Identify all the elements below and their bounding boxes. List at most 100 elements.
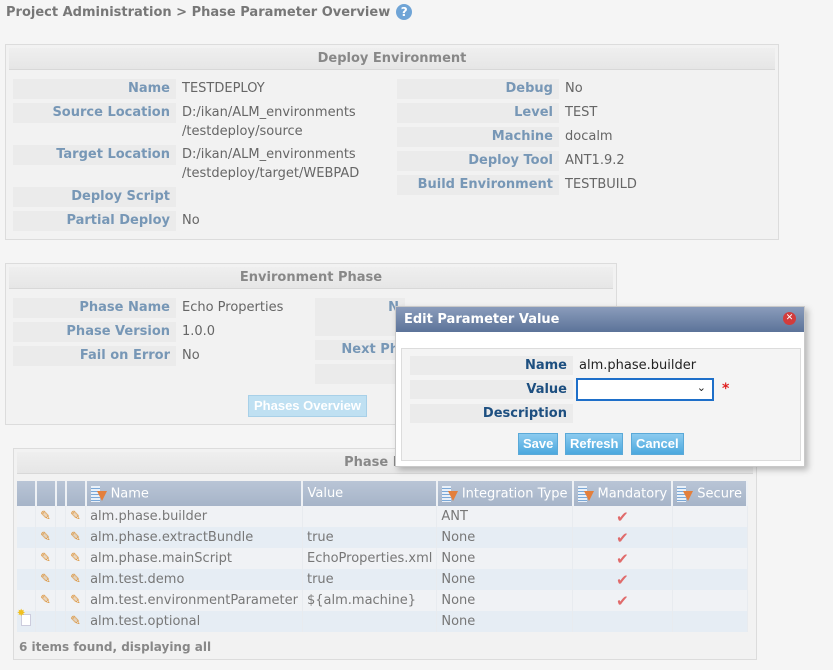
- field-value: ANT1.9.2: [559, 151, 625, 171]
- field-row: Debug No: [397, 79, 583, 99]
- column-header-mandatory[interactable]: Mandatory: [572, 481, 674, 506]
- edit-value-cell[interactable]: ✎: [65, 611, 87, 632]
- field-value-line: D:/ikan/ALM_environments: [182, 147, 356, 162]
- table-row[interactable]: ✎ ✎ alm.test.environmentParameter ${alm.mac…: [17, 590, 748, 611]
- column-header-integration-type[interactable]: Integration Type: [436, 481, 574, 506]
- param-integration-type: None: [436, 590, 573, 611]
- edit-value-cell[interactable]: ✎: [65, 527, 87, 548]
- field-value-line: No: [565, 81, 583, 96]
- field-label: Target Location: [13, 145, 176, 165]
- edit-pencil-icon[interactable]: ✎: [40, 551, 51, 566]
- spacer-cell: [55, 611, 67, 632]
- field-value-line: TEST: [565, 105, 598, 120]
- new-cell[interactable]: [17, 608, 37, 632]
- edit-cell[interactable]: ✎: [35, 548, 57, 569]
- field-row: Name TESTDEPLOY: [13, 79, 265, 99]
- table-row[interactable]: ✎ ✎ alm.phase.mainScript EchoProperties.xml…: [17, 548, 748, 569]
- field-value: No: [176, 211, 200, 231]
- dialog-title: Edit Parameter Value: [404, 312, 560, 327]
- param-mandatory: ✔: [572, 590, 673, 611]
- field-value: D:/ikan/ALM_environments/testdeploy/sour…: [176, 103, 356, 141]
- field-value-line: Echo Properties: [182, 300, 284, 315]
- field-label: Build Environment: [397, 175, 559, 195]
- param-mandatory: ✔: [572, 569, 673, 590]
- field-value-line: TESTDEPLOY: [182, 81, 265, 96]
- column-header-value: Value: [302, 481, 438, 506]
- table-row[interactable]: ✎ ✎ alm.test.demo true None ✔: [17, 569, 748, 590]
- field-row: [315, 364, 405, 384]
- param-value: [302, 506, 438, 527]
- table-row[interactable]: ✎ ✎ alm.phase.extractBundle true None ✔: [17, 527, 748, 548]
- spacer-cell: [55, 548, 67, 569]
- edit-value-icon[interactable]: ✎: [70, 551, 81, 566]
- breadcrumb-text: Project Administration > Phase Parameter…: [6, 4, 391, 20]
- phases-overview-button[interactable]: Phases Overview: [248, 395, 367, 417]
- edit-value-cell[interactable]: ✎: [65, 590, 87, 611]
- field-label: N: [315, 298, 405, 336]
- column-header-name[interactable]: Name: [85, 481, 304, 506]
- edit-cell: [35, 611, 57, 632]
- breadcrumb: Project Administration > Phase Parameter…: [6, 4, 413, 20]
- save-button[interactable]: Save: [518, 433, 559, 455]
- edit-pencil-icon[interactable]: ✎: [40, 572, 51, 587]
- column-header-secure[interactable]: Secure: [672, 481, 748, 506]
- edit-cell[interactable]: ✎: [35, 590, 57, 611]
- check-icon: ✔: [616, 528, 629, 547]
- cancel-button[interactable]: Cancel: [631, 433, 684, 455]
- edit-value-icon[interactable]: ✎: [70, 614, 81, 629]
- check-icon: ✔: [616, 570, 629, 589]
- field-value: No: [559, 79, 583, 99]
- panel-title: Environment Phase: [9, 267, 613, 289]
- table-row[interactable]: ✎ alm.test.optional None: [17, 608, 748, 632]
- param-name: alm.phase.builder: [85, 506, 303, 527]
- field-value-line: ANT1.9.2: [565, 153, 625, 168]
- close-icon[interactable]: ✕: [783, 312, 796, 325]
- spacer-cell: [55, 590, 67, 611]
- sort-icon: [677, 485, 694, 502]
- new-cell: [17, 548, 37, 569]
- param-mandatory: ✔: [572, 527, 673, 548]
- edit-value-cell[interactable]: ✎: [65, 548, 87, 569]
- edit-value-icon[interactable]: ✎: [70, 572, 81, 587]
- edit-pencil-icon[interactable]: ✎: [40, 530, 51, 545]
- param-name: alm.phase.mainScript: [85, 548, 303, 569]
- column-header: [65, 481, 87, 506]
- name-label: Name: [410, 356, 573, 375]
- dialog-header[interactable]: Edit Parameter Value ✕: [396, 307, 804, 332]
- description-label: Description: [410, 404, 573, 423]
- edit-value-cell[interactable]: ✎: [65, 569, 87, 590]
- edit-pencil-icon[interactable]: ✎: [40, 593, 51, 608]
- value-select[interactable]: ⌄: [576, 378, 714, 401]
- field-value: D:/ikan/ALM_environments/testdeploy/targ…: [176, 145, 359, 183]
- edit-value-icon[interactable]: ✎: [70, 593, 81, 608]
- edit-value-icon[interactable]: ✎: [70, 509, 81, 524]
- field-label: Phase Name: [13, 298, 176, 318]
- field-row: Next Ph: [315, 340, 405, 360]
- field-row: N: [315, 298, 405, 336]
- edit-cell[interactable]: ✎: [35, 506, 57, 527]
- new-cell: [17, 527, 37, 548]
- spacer-cell: [55, 506, 67, 527]
- edit-cell[interactable]: ✎: [35, 527, 57, 548]
- field-row: Build Environment TESTBUILD: [397, 175, 637, 195]
- field-row: Level TEST: [397, 103, 597, 123]
- spacer-cell: [55, 569, 67, 590]
- sort-icon: [441, 485, 458, 502]
- help-icon[interactable]: ?: [396, 4, 413, 20]
- check-icon: ✔: [616, 507, 629, 526]
- edit-value-icon[interactable]: ✎: [70, 530, 81, 545]
- column-header: [17, 481, 37, 506]
- edit-parameter-dialog: Edit Parameter Value ✕ Name alm.phase.bu…: [395, 306, 805, 467]
- table-row[interactable]: ✎ ✎ alm.phase.builder ANT ✔: [17, 506, 748, 527]
- field-value: 1.0.0: [176, 322, 215, 342]
- edit-value-cell[interactable]: ✎: [65, 506, 87, 527]
- new-item-icon[interactable]: [17, 608, 31, 626]
- field-value-line: 1.0.0: [182, 324, 216, 339]
- param-name: alm.test.optional: [85, 611, 303, 632]
- name-value: alm.phase.builder: [579, 358, 697, 373]
- field-row: Deploy Tool ANT1.9.2: [397, 151, 625, 171]
- refresh-button[interactable]: Refresh: [565, 433, 624, 455]
- edit-cell[interactable]: ✎: [35, 569, 57, 590]
- edit-pencil-icon[interactable]: ✎: [40, 509, 51, 524]
- field-label: Name: [13, 79, 176, 99]
